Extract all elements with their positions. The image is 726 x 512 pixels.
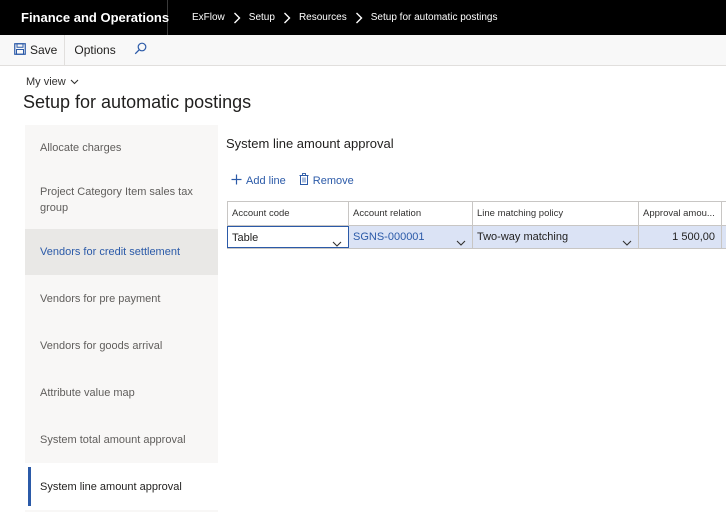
chevron-right-icon xyxy=(225,0,249,35)
nav-item-label: System total amount approval xyxy=(40,433,186,446)
account-relation-field[interactable]: SGNS-000001 xyxy=(349,226,473,248)
breadcrumb-setup[interactable]: Setup xyxy=(249,12,275,23)
search-button[interactable] xyxy=(125,35,156,66)
approval-amount-field[interactable]: 1 500,00 xyxy=(639,226,722,248)
trash-icon xyxy=(299,173,313,188)
nav-item-label: Vendors for credit settlement xyxy=(40,246,181,258)
nav-item-label: Allocate charges xyxy=(40,142,122,154)
column-header-approval-amount[interactable]: Approval amou... xyxy=(639,202,722,225)
nav-item-label: Vendors for goods arrival xyxy=(40,339,163,352)
approval-grid: Account code Account relation Line match… xyxy=(227,201,726,249)
grid-header-row: Account code Account relation Line match… xyxy=(227,202,726,226)
save-label: Save xyxy=(30,43,58,57)
chevron-down-icon[interactable] xyxy=(456,233,466,248)
view-selector[interactable]: My view xyxy=(26,76,79,88)
search-icon xyxy=(134,42,147,58)
breadcrumb-resources[interactable]: Resources xyxy=(299,12,347,23)
section-title: System line amount approval xyxy=(226,136,394,151)
save-button[interactable]: Save xyxy=(0,35,64,66)
options-button[interactable]: Options xyxy=(64,34,124,66)
column-header-account-code[interactable]: Account code xyxy=(227,202,349,225)
column-header-line-matching-policy[interactable]: Line matching policy xyxy=(473,202,639,225)
nav-item-system-line-amount-approval[interactable]: System line amount approval xyxy=(25,463,220,510)
nav-item-allocate-charges[interactable]: Allocate charges xyxy=(25,125,218,171)
account-code-select[interactable]: Table xyxy=(227,226,349,248)
save-icon xyxy=(14,42,30,58)
app-title[interactable]: Finance and Operations xyxy=(0,0,169,35)
account-relation-value: SGNS-000001 xyxy=(353,231,425,243)
column-header-account-relation[interactable]: Account relation xyxy=(349,202,473,225)
line-matching-policy-select[interactable]: Two-way matching xyxy=(473,226,639,248)
nav-item-label: Vendors for pre payment xyxy=(40,292,161,305)
top-navigation-bar: Finance and Operations ExFlow Setup Reso… xyxy=(0,0,726,35)
nav-item-system-total-amount-approval[interactable]: System total amount approval xyxy=(25,416,218,463)
breadcrumb-current-page[interactable]: Setup for automatic postings xyxy=(371,12,498,23)
table-row[interactable]: Table SGNS-000001 Two-way matching 1 500… xyxy=(227,226,726,249)
line-matching-policy-value: Two-way matching xyxy=(477,231,569,243)
chevron-down-icon[interactable] xyxy=(332,234,342,247)
detail-panel: System line amount approval Add line Rem… xyxy=(218,125,726,512)
nav-item-vendors-for-pre-payment[interactable]: Vendors for pre payment xyxy=(25,275,218,322)
chevron-down-icon[interactable] xyxy=(622,233,632,248)
add-line-label: Add line xyxy=(246,174,286,187)
nav-item-vendors-for-goods-arrival[interactable]: Vendors for goods arrival xyxy=(25,322,218,369)
account-code-value: Table xyxy=(232,232,259,244)
view-label: My view xyxy=(26,76,66,88)
nav-item-label: Attribute value map xyxy=(40,386,135,399)
nav-item-label: System line amount approval xyxy=(40,480,182,493)
setup-navigation-list: Allocate charges Project Category Item s… xyxy=(25,125,220,512)
breadcrumb: ExFlow Setup Resources Setup for automat… xyxy=(192,0,498,35)
nav-item-attribute-value-map[interactable]: Attribute value map xyxy=(25,369,218,416)
nav-item-project-category-item-sales-tax-group[interactable]: Project Category Item sales tax group xyxy=(25,171,218,229)
chevron-right-icon xyxy=(347,0,371,35)
action-pane: Save Options xyxy=(0,34,726,66)
nav-item-vendors-for-credit-settlement[interactable]: Vendors for credit settlement xyxy=(25,229,218,275)
nav-item-label: Project Category Item sales tax group xyxy=(40,186,193,214)
add-line-button[interactable]: Add line xyxy=(231,174,286,188)
breadcrumb-exflow[interactable]: ExFlow xyxy=(192,12,225,23)
chevron-right-icon xyxy=(275,0,299,35)
grid-toolbar: Add line Remove xyxy=(231,173,367,188)
remove-label: Remove xyxy=(312,174,354,187)
plus-icon xyxy=(231,174,246,188)
chevron-down-icon xyxy=(66,76,79,88)
page-title: Setup for automatic postings xyxy=(23,92,252,112)
remove-button[interactable]: Remove xyxy=(299,173,354,188)
